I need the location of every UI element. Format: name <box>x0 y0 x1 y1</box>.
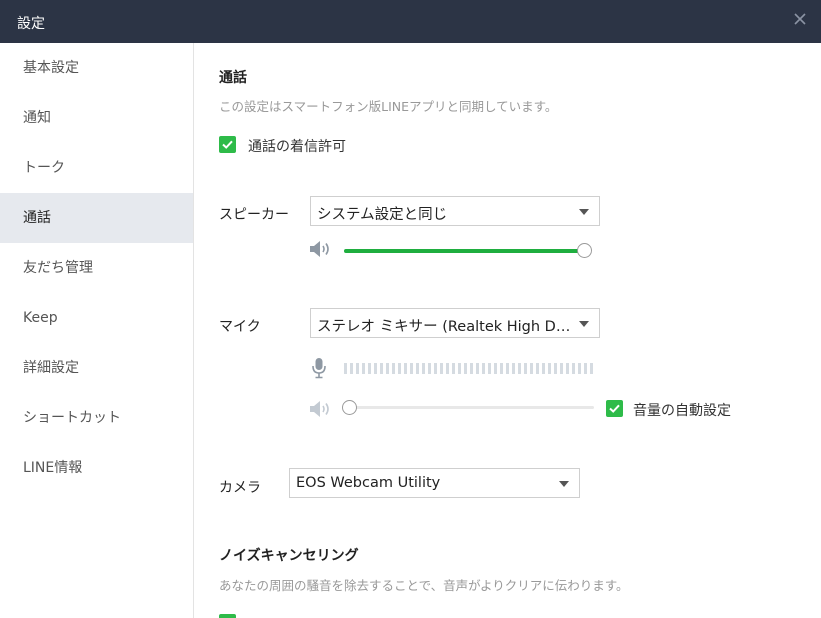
mic-level-segment <box>560 363 563 374</box>
speaker-label: スピーカー <box>219 207 289 223</box>
mic-level-segment <box>476 363 479 374</box>
camera-selected-value: EOS Webcam Utility <box>296 475 441 491</box>
mic-level-segment <box>536 363 539 374</box>
check-icon <box>222 140 233 149</box>
mic-level-segment <box>452 363 455 374</box>
mic-level-segment <box>428 363 431 374</box>
mic-level-segment <box>410 363 413 374</box>
mic-level-segment <box>482 363 485 374</box>
mic-level-segment <box>524 363 527 374</box>
speaker-volume-slider[interactable] <box>344 243 592 258</box>
chevron-down-icon <box>559 481 569 487</box>
section-title-noise-cancelling: ノイズキャンセリング <box>219 548 359 564</box>
mic-label: マイク <box>219 319 261 335</box>
mic-level-segment <box>548 363 551 374</box>
mic-level-segment <box>554 363 557 374</box>
mic-level-segment <box>584 363 587 374</box>
auto-volume-label: 音量の自動設定 <box>633 403 731 419</box>
speaker-volume-thumb[interactable] <box>577 243 592 258</box>
speaker-selected-value: システム設定と同じ <box>317 207 448 223</box>
sidebar-item-friends[interactable]: 友だち管理 <box>0 243 193 293</box>
allow-incoming-checkbox[interactable] <box>219 136 236 153</box>
mic-level-segment <box>512 363 515 374</box>
noise-cancelling-checkbox[interactable] <box>219 614 236 618</box>
mic-level-segment <box>518 363 521 374</box>
sidebar-item-basic[interactable]: 基本設定 <box>0 43 193 93</box>
sidebar-item-line-info[interactable]: LINE情報 <box>0 443 193 493</box>
mic-level-segment <box>404 363 407 374</box>
mic-level-segment <box>422 363 425 374</box>
section-description-noise-cancelling: あなたの周囲の騒音を除去することで、音声がよりクリアに伝わります。 <box>219 578 629 593</box>
settings-content: 通話 この設定はスマートフォン版LINEアプリと同期しています。 通話の着信許可… <box>194 43 821 618</box>
allow-incoming-label: 通話の着信許可 <box>248 139 346 155</box>
speaker-volume-icon <box>308 240 332 262</box>
mic-level-segment <box>470 363 473 374</box>
mic-level-segment <box>500 363 503 374</box>
mic-level-segment <box>356 363 359 374</box>
mic-level-segment <box>380 363 383 374</box>
mic-level-segment <box>398 363 401 374</box>
mic-input-level-meter <box>344 363 593 374</box>
mic-volume-slider[interactable] <box>342 400 594 415</box>
mic-level-segment <box>572 363 575 374</box>
microphone-icon <box>311 357 327 383</box>
chevron-down-icon <box>579 209 589 215</box>
speaker-select[interactable]: システム設定と同じ <box>310 196 600 226</box>
check-icon <box>219 614 236 618</box>
sidebar-item-keep[interactable]: Keep <box>0 293 193 343</box>
mic-level-segment <box>458 363 461 374</box>
sidebar-item-talk[interactable]: トーク <box>0 143 193 193</box>
mic-level-segment <box>344 363 347 374</box>
chevron-down-icon <box>579 321 589 327</box>
sidebar-item-notifications[interactable]: 通知 <box>0 93 193 143</box>
sidebar-item-advanced[interactable]: 詳細設定 <box>0 343 193 393</box>
mic-level-segment <box>494 363 497 374</box>
mic-level-segment <box>530 363 533 374</box>
close-icon[interactable] <box>791 10 809 28</box>
sidebar-item-shortcuts[interactable]: ショートカット <box>0 393 193 443</box>
mic-volume-icon <box>308 400 332 422</box>
mic-level-segment <box>440 363 443 374</box>
auto-volume-checkbox[interactable] <box>606 400 623 417</box>
section-title-call: 通話 <box>219 70 247 86</box>
mic-level-segment <box>368 363 371 374</box>
section-description-call: この設定はスマートフォン版LINEアプリと同期しています。 <box>219 99 558 114</box>
mic-level-segment <box>488 363 491 374</box>
check-icon <box>609 404 620 413</box>
title-bar: 設定 <box>0 0 821 43</box>
camera-label: カメラ <box>219 480 261 496</box>
mic-level-segment <box>434 363 437 374</box>
mic-level-segment <box>590 363 593 374</box>
mic-level-segment <box>446 363 449 374</box>
mic-volume-thumb[interactable] <box>342 400 357 415</box>
mic-select[interactable]: ステレオ ミキサー (Realtek High Defini... <box>310 308 600 338</box>
mic-level-segment <box>464 363 467 374</box>
mic-selected-value: ステレオ ミキサー (Realtek High Defini... <box>317 319 575 335</box>
mic-level-segment <box>362 363 365 374</box>
mic-level-segment <box>542 363 545 374</box>
mic-level-segment <box>506 363 509 374</box>
mic-level-segment <box>416 363 419 374</box>
window-title: 設定 <box>17 16 45 32</box>
mic-level-segment <box>578 363 581 374</box>
speaker-volume-fill <box>344 249 590 253</box>
mic-level-segment <box>566 363 569 374</box>
sidebar-item-calls[interactable]: 通話 <box>0 193 193 243</box>
mic-level-segment <box>386 363 389 374</box>
mic-level-segment <box>392 363 395 374</box>
camera-select[interactable]: EOS Webcam Utility <box>289 468 580 498</box>
mic-level-segment <box>374 363 377 374</box>
mic-level-segment <box>350 363 353 374</box>
settings-sidebar: 基本設定 通知 トーク 通話 友だち管理 Keep 詳細設定 ショートカット L… <box>0 43 194 618</box>
